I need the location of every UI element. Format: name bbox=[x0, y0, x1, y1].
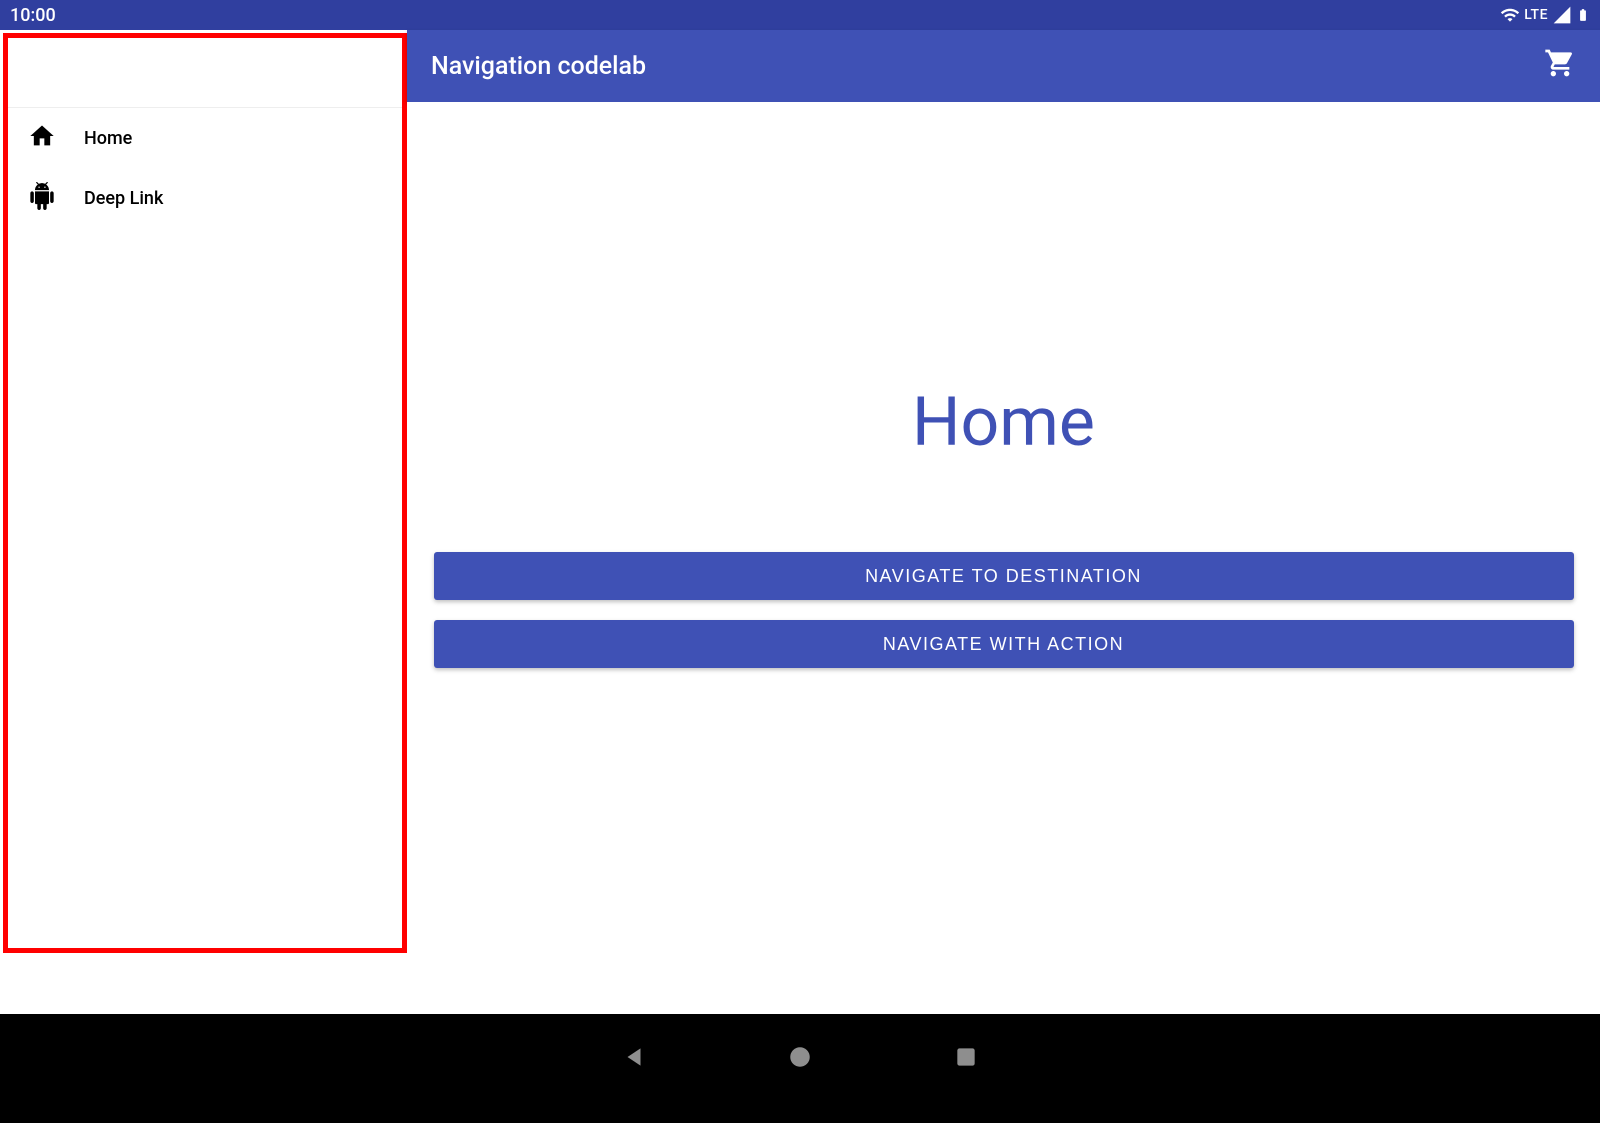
navigation-drawer: Home Deep Link bbox=[3, 33, 407, 953]
drawer-item-deeplink[interactable]: Deep Link bbox=[8, 168, 402, 228]
status-bar: 10:00 LTE bbox=[0, 0, 1600, 30]
status-time: 10:00 bbox=[10, 5, 56, 26]
network-label: LTE bbox=[1524, 7, 1548, 23]
app-bar: Navigation codelab bbox=[407, 30, 1600, 102]
back-button[interactable] bbox=[621, 1044, 647, 1074]
page-title: Home bbox=[912, 382, 1095, 462]
navigate-action-button[interactable]: NAVIGATE WITH ACTION bbox=[434, 620, 1574, 668]
navigate-destination-button[interactable]: NAVIGATE TO DESTINATION bbox=[434, 552, 1574, 600]
home-button[interactable] bbox=[787, 1044, 813, 1074]
device-frame: 10:00 LTE bbox=[0, 0, 1600, 1014]
drawer-item-home[interactable]: Home bbox=[8, 108, 402, 168]
battery-icon bbox=[1576, 5, 1590, 25]
drawer-item-label: Home bbox=[84, 128, 132, 149]
cart-icon[interactable] bbox=[1544, 47, 1576, 86]
android-icon bbox=[28, 182, 56, 215]
home-icon bbox=[28, 122, 56, 155]
app-bar-title: Navigation codelab bbox=[431, 52, 646, 81]
status-icons: LTE bbox=[1500, 5, 1590, 25]
signal-icon bbox=[1552, 5, 1572, 25]
drawer-header bbox=[8, 38, 402, 108]
recent-apps-button[interactable] bbox=[953, 1044, 979, 1074]
system-nav-bar bbox=[0, 1014, 1600, 1123]
main-content: Home NAVIGATE TO DESTINATION NAVIGATE WI… bbox=[407, 102, 1600, 1014]
drawer-item-label: Deep Link bbox=[84, 188, 163, 209]
wifi-icon bbox=[1500, 5, 1520, 25]
